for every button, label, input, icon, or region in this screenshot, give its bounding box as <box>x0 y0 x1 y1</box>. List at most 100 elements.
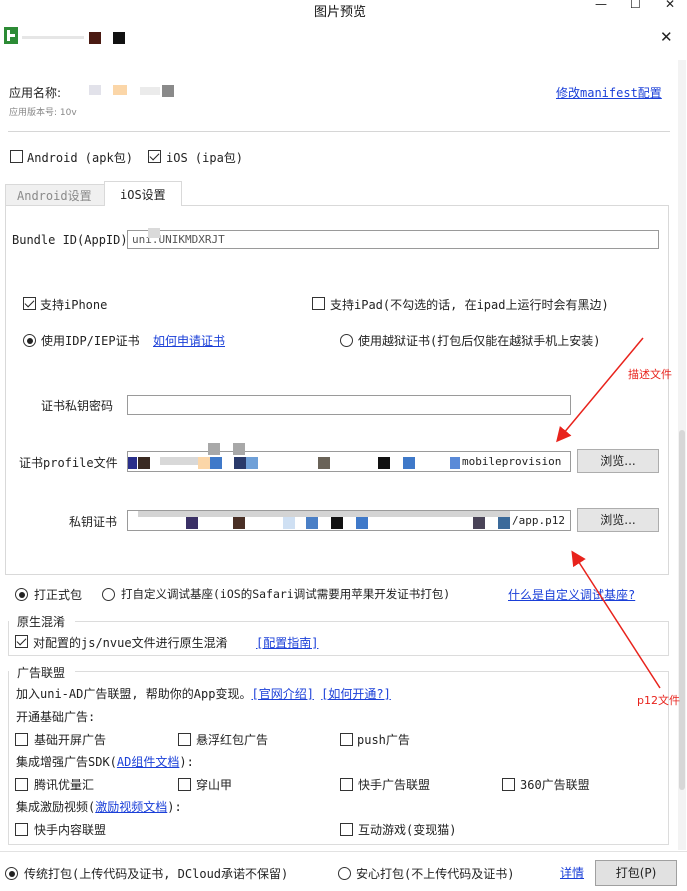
redacted-pixel <box>283 517 295 529</box>
redacted-app-name <box>140 87 160 95</box>
tab-android[interactable]: Android设置 <box>5 184 105 205</box>
custom-base-label: 打自定义调试基座(iOS的Safari调试需要用苹果开发证书打包) <box>121 587 451 601</box>
reward-prefix: 集成激励视频( <box>16 800 96 814</box>
cert-idp-radio[interactable] <box>23 334 36 347</box>
redacted-pixel <box>318 457 330 469</box>
kuaishou-ad-checkbox[interactable] <box>340 778 353 791</box>
support-ipad-checkbox[interactable] <box>312 297 325 310</box>
redacted-pixel <box>210 457 222 469</box>
tab-ios-label: iOS设置 <box>120 188 166 202</box>
obfuscation-checkbox[interactable] <box>15 635 28 648</box>
modify-manifest-link[interactable]: 修改manifest配置 <box>556 84 662 101</box>
ad360-checkbox[interactable] <box>502 778 515 791</box>
redacted-pixel <box>356 517 368 529</box>
pack-button[interactable]: 打包(P) <box>595 860 677 886</box>
redacted-pixel <box>450 457 460 469</box>
p12-annotation: p12文件 <box>637 694 680 707</box>
app-name-label: 应用名称: <box>9 86 62 100</box>
formal-build-label: 打正式包 <box>34 588 83 602</box>
browse-p12-button[interactable]: 浏览... <box>577 508 659 532</box>
android-checkbox[interactable] <box>10 150 23 163</box>
cert-jailbreak-label: 使用越狱证书(打包后仅能在越狱手机上安装) <box>358 334 601 348</box>
reward-video-doc-link[interactable]: 激励视频文档 <box>95 800 167 814</box>
enhanced-sdk-label: 集成增强广告SDK(AD组件文档): <box>16 753 194 770</box>
cert-jailbreak-radio[interactable] <box>340 334 353 347</box>
support-ipad-label: 支持iPad(不勾选的话, 在ipad上运行时会有黑边) <box>330 298 609 312</box>
interactive-game-label: 互动游戏(变现猫) <box>358 823 457 837</box>
ads-title: 广告联盟 <box>16 664 67 681</box>
push-ad-label: push广告 <box>357 733 410 747</box>
bundle-id-input[interactable]: uni.UNIKMDXRJT <box>127 230 659 249</box>
redacted-pixel <box>138 457 150 469</box>
obfuscation-divider <box>75 621 669 622</box>
what-is-custom-base-link[interactable]: 什么是自定义调试基座? <box>508 586 635 603</box>
redacted-pixel <box>233 517 245 529</box>
dialog-header: ✕ <box>0 18 687 58</box>
push-ad-checkbox[interactable] <box>340 733 353 746</box>
ad360-label: 360广告联盟 <box>520 778 590 792</box>
p12-cert-label: 私钥证书 <box>69 515 118 529</box>
interactive-game-checkbox[interactable] <box>340 823 353 836</box>
traditional-pack-label: 传统打包(上传代码及证书, DCloud承诺不保留) <box>24 867 289 881</box>
enhanced-suffix: ): <box>179 755 194 769</box>
float-redpacket-label: 悬浮红包广告 <box>196 733 269 747</box>
ad-component-doc-link[interactable]: AD组件文档 <box>117 755 179 769</box>
minimize-icon[interactable]: — <box>595 0 607 11</box>
cert-idp-label: 使用IDP/IEP证书 <box>41 334 140 348</box>
details-link[interactable]: 详情 <box>560 864 584 881</box>
redacted-app-name <box>113 85 127 95</box>
redacted-app-name <box>89 85 101 95</box>
tab-android-label: Android设置 <box>17 189 92 203</box>
obfuscation-title: 原生混淆 <box>16 613 67 630</box>
profile-file-value: mobileprovision <box>462 455 562 468</box>
config-guide-link[interactable]: [配置指南] <box>256 634 318 651</box>
float-redpacket-checkbox[interactable] <box>178 733 191 746</box>
kuaishou-ad-label: 快手广告联盟 <box>358 778 431 792</box>
redacted-pixel <box>378 457 390 469</box>
redacted-header-text <box>22 36 84 39</box>
maximize-icon[interactable]: ☐ <box>630 0 641 11</box>
redacted-pixel <box>234 457 246 469</box>
how-to-apply-cert-link[interactable]: 如何申请证书 <box>153 332 225 349</box>
redacted-bundle <box>148 228 160 238</box>
kuaishou-content-label: 快手内容联盟 <box>34 823 107 837</box>
profile-file-label: 证书profile文件 <box>19 456 118 470</box>
pangle-checkbox[interactable] <box>178 778 191 791</box>
p12-cert-input[interactable]: /app.p12 <box>127 510 571 531</box>
reward-video-label: 集成激励视频(激励视频文档): <box>16 798 182 815</box>
reward-suffix: ): <box>167 800 182 814</box>
browse-profile-button[interactable]: 浏览... <box>577 449 659 473</box>
traditional-pack-radio[interactable] <box>5 867 18 880</box>
safe-pack-radio[interactable] <box>338 867 351 880</box>
redacted-pixel <box>198 457 210 469</box>
redacted-pixel <box>246 457 258 469</box>
support-iphone-checkbox[interactable] <box>23 297 36 310</box>
safe-pack-label: 安心打包(不上传代码及证书) <box>356 867 515 881</box>
profile-file-input[interactable]: mobileprovision <box>127 451 571 472</box>
android-checkbox-label: Android (apk包) <box>27 151 133 165</box>
redacted-pixel <box>208 443 220 455</box>
close-icon[interactable]: ✕ <box>665 0 675 11</box>
tab-ios[interactable]: iOS设置 <box>104 181 182 206</box>
footer-divider <box>0 851 687 852</box>
dialog-close-icon[interactable]: ✕ <box>660 28 673 46</box>
how-to-enable-link[interactable]: [如何开通?] <box>321 687 391 701</box>
custom-base-radio[interactable] <box>102 588 115 601</box>
tencent-ad-checkbox[interactable] <box>15 778 28 791</box>
redacted-pixel <box>186 517 198 529</box>
kuaishou-content-checkbox[interactable] <box>15 823 28 836</box>
profile-annotation: 描述文件 <box>628 368 672 381</box>
official-intro-link[interactable]: [官网介绍] <box>251 687 313 701</box>
obfuscation-label: 对配置的js/nvue文件进行原生混淆 <box>33 636 228 650</box>
splash-ad-checkbox[interactable] <box>15 733 28 746</box>
ads-intro: 加入uni-AD广告联盟, 帮助你的App变现。[官网介绍] [如何开通?] <box>16 685 391 702</box>
scrollbar-thumb[interactable] <box>679 430 685 790</box>
support-iphone-label: 支持iPhone <box>40 298 108 312</box>
redacted-pixel <box>160 457 198 465</box>
formal-build-radio[interactable] <box>15 588 28 601</box>
ios-checkbox[interactable] <box>148 150 161 163</box>
divider <box>8 131 670 132</box>
enhanced-prefix: 集成增强广告SDK( <box>16 755 117 769</box>
key-password-input[interactable] <box>127 395 571 415</box>
redacted-pixel <box>331 517 343 529</box>
